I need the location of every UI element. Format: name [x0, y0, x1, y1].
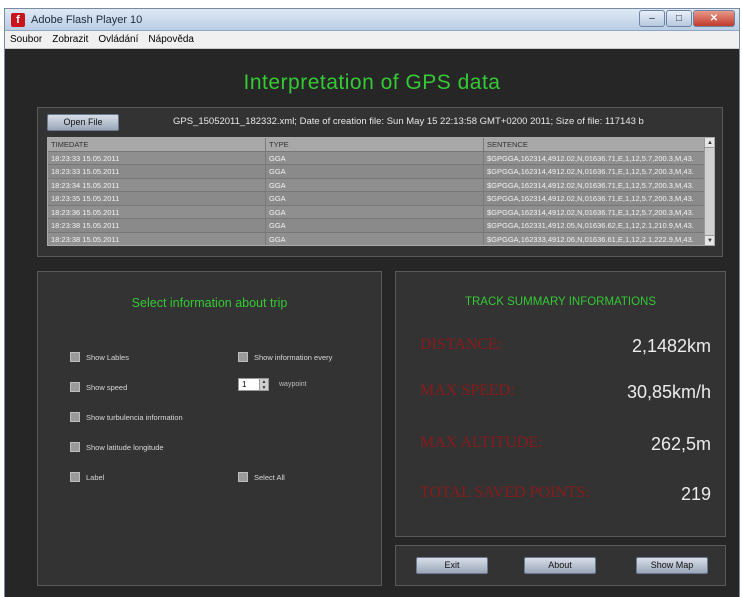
cell-type: GGA: [266, 219, 484, 232]
menu-zobrazit[interactable]: Zobrazit: [47, 31, 93, 48]
exit-button[interactable]: Exit: [416, 557, 488, 574]
show-lables-option[interactable]: Show Lables: [70, 352, 129, 362]
max-speed-label: MAX SPEED:: [420, 382, 515, 399]
cell-timedate: 18:23:33 15.05.2011: [48, 151, 266, 164]
menu-bar: Soubor Zobrazit Ovládání Nápověda: [5, 31, 739, 49]
cell-type: GGA: [266, 178, 484, 191]
app-window: f Adobe Flash Player 10 – □ ✕ Soubor Zob…: [4, 8, 740, 597]
cell-timedate: 18:23:34 15.05.2011: [48, 178, 266, 191]
show-turbulencia-option[interactable]: Show turbulencia information: [70, 412, 183, 422]
trip-options-panel: Select information about trip Show Lable…: [37, 271, 382, 586]
table-row[interactable]: 18:23:38 15.05.2011 GGA $GPGGA,162331,49…: [48, 219, 714, 233]
show-information-every-option[interactable]: Show information every: [238, 352, 332, 362]
distance-label: DISTANCE:: [420, 336, 503, 353]
select-all-checkbox[interactable]: [238, 472, 248, 482]
show-lables-checkbox[interactable]: [70, 352, 80, 362]
cell-timedate: 18:23:36 15.05.2011: [48, 205, 266, 218]
cell-timedate: 18:23:38 15.05.2011: [48, 219, 266, 232]
column-header-timedate[interactable]: TIMEDATE: [48, 138, 266, 151]
trip-options-heading: Select information about trip: [131, 296, 288, 310]
cell-sentence: $GPGGA,162333,4912.06,N,01636.61,E,1,12,…: [487, 234, 694, 244]
table-row[interactable]: 18:23:33 15.05.2011 GGA $GPGGA,162314,49…: [48, 151, 714, 165]
table-row[interactable]: 18:23:38 15.05.2011 GGA $GPGGA,162333,49…: [48, 232, 714, 245]
action-buttons-panel: Exit About Show Map: [395, 545, 726, 586]
waypoint-input[interactable]: 1: [238, 378, 260, 391]
show-turbulencia-checkbox[interactable]: [70, 412, 80, 422]
waypoint-label: waypoint: [279, 381, 307, 388]
show-map-button[interactable]: Show Map: [636, 557, 708, 574]
max-speed-value: 30,85km/h: [626, 382, 711, 402]
show-speed-checkbox[interactable]: [70, 382, 80, 392]
gps-sentence-table[interactable]: TIMEDATE TYPE SENTENCE 18:23:33 15.05.20…: [47, 137, 715, 246]
page-title: Interpretation of GPS data: [243, 71, 501, 94]
cell-timedate: 18:23:35 15.05.2011: [48, 192, 266, 205]
total-saved-points-label: TOTAL SAVED POINTS:: [420, 484, 590, 501]
waypoint-stepper[interactable]: 1 ▲ ▼ waypoint: [238, 378, 307, 391]
show-turbulencia-label: Show turbulencia information: [86, 412, 183, 422]
stepper-arrows-icon[interactable]: ▲ ▼: [260, 378, 269, 391]
select-all-option[interactable]: Select All: [238, 472, 285, 482]
menu-napoveda[interactable]: Nápověda: [143, 31, 199, 48]
menu-ovladani[interactable]: Ovládání: [93, 31, 143, 48]
scroll-down-icon[interactable]: ▼: [705, 235, 714, 245]
show-speed-option[interactable]: Show speed: [70, 382, 127, 392]
distance-value: 2,1482km: [631, 336, 711, 356]
cell-sentence: $GPGGA,162314,4912.02,N,01636.71,E,1,12,…: [487, 207, 694, 217]
table-row[interactable]: 18:23:36 15.05.2011 GGA $GPGGA,162314,49…: [48, 205, 714, 219]
cell-sentence: $GPGGA,162314,4912.02,N,01636.71,E,1,12,…: [487, 167, 694, 176]
cell-type: GGA: [266, 192, 484, 205]
window-title: Adobe Flash Player 10: [31, 14, 143, 26]
menu-soubor[interactable]: Soubor: [5, 31, 47, 48]
cell-type: GGA: [266, 165, 484, 178]
cell-timedate: 18:23:38 15.05.2011: [48, 232, 266, 245]
show-information-every-checkbox[interactable]: [238, 352, 248, 362]
open-file-button[interactable]: Open File: [47, 114, 119, 131]
gps-data-panel: Open File GPS_15052011_182332.xml; Date …: [37, 107, 723, 257]
maximize-button[interactable]: □: [666, 10, 692, 27]
table-row[interactable]: 18:23:34 15.05.2011 GGA $GPGGA,162314,49…: [48, 178, 714, 192]
table-row[interactable]: 18:23:35 15.05.2011 GGA $GPGGA,162314,49…: [48, 192, 714, 206]
cell-sentence: $GPGGA,162314,4912.02,N,01636.71,E,1,12,…: [487, 153, 694, 163]
cell-sentence: $GPGGA,162331,4912.05,N,01636.62,E,1,12,…: [487, 221, 694, 230]
track-summary-panel: TRACK SUMMARY INFORMATIONS DISTANCE: 2,1…: [395, 271, 726, 537]
table-scrollbar[interactable]: ▲ ▼: [704, 138, 714, 245]
cell-type: GGA: [266, 151, 484, 164]
flash-player-icon: f: [11, 13, 25, 27]
select-all-label: Select All: [254, 472, 285, 482]
label-option[interactable]: Label: [70, 472, 104, 482]
about-button[interactable]: About: [524, 557, 596, 574]
max-altitude-label: MAX ALTITUDE:: [420, 434, 543, 451]
show-speed-label: Show speed: [86, 382, 128, 392]
app-content: Interpretation of GPS data Open File GPS…: [5, 49, 739, 597]
scroll-up-icon[interactable]: ▲: [705, 138, 714, 148]
show-information-every-label: Show information every: [254, 352, 333, 362]
label-label: Label: [86, 472, 105, 482]
title-bar[interactable]: f Adobe Flash Player 10 – □ ✕: [5, 9, 739, 31]
file-info: GPS_15052011_182332.xml; Date of creatio…: [173, 116, 644, 127]
cell-timedate: 18:23:33 15.05.2011: [48, 165, 266, 178]
close-button[interactable]: ✕: [693, 10, 735, 27]
cell-type: GGA: [266, 205, 484, 218]
max-altitude-value: 262,5m: [650, 434, 711, 454]
table-header: TIMEDATE TYPE SENTENCE: [48, 138, 714, 152]
cell-sentence: $GPGGA,162314,4912.02,N,01636.71,E,1,12,…: [487, 194, 694, 203]
track-summary-heading: TRACK SUMMARY INFORMATIONS: [464, 296, 657, 308]
window-controls: – □ ✕: [639, 10, 735, 27]
minimize-button[interactable]: –: [639, 10, 665, 27]
total-saved-points-value: 219: [680, 484, 711, 504]
cell-type: GGA: [266, 232, 484, 245]
cell-sentence: $GPGGA,162314,4912.02,N,01636.71,E,1,12,…: [487, 180, 694, 190]
table-row[interactable]: 18:23:33 15.05.2011 GGA $GPGGA,162314,49…: [48, 165, 714, 179]
label-checkbox[interactable]: [70, 472, 80, 482]
show-latlong-checkbox[interactable]: [70, 442, 80, 452]
show-latlong-label: Show latitude longitude: [86, 442, 164, 452]
column-header-sentence[interactable]: SENTENCE: [484, 138, 704, 151]
show-lables-label: Show Lables: [86, 352, 129, 362]
show-latlong-option[interactable]: Show latitude longitude: [70, 442, 164, 452]
column-header-type[interactable]: TYPE: [266, 138, 484, 151]
